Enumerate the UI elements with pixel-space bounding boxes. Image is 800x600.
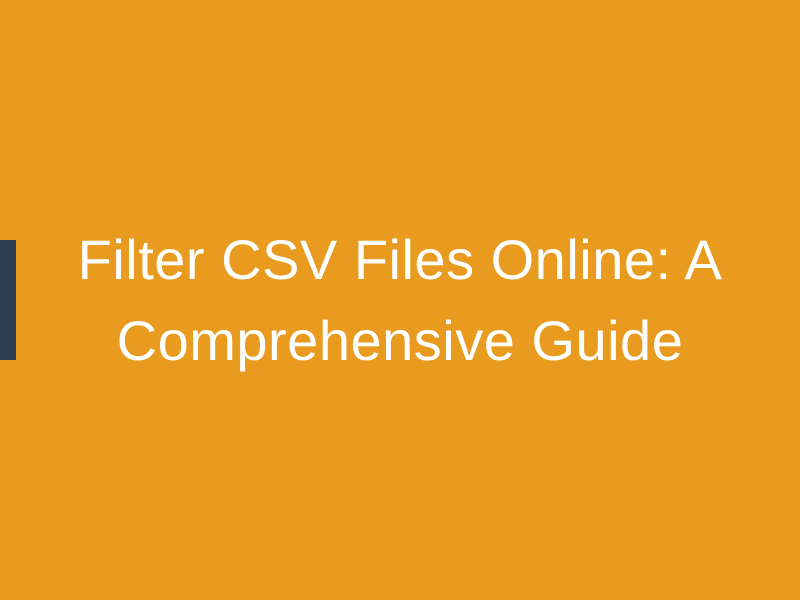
page-title: Filter CSV Files Online: A Comprehensive… — [0, 219, 800, 381]
accent-bar — [0, 240, 16, 360]
